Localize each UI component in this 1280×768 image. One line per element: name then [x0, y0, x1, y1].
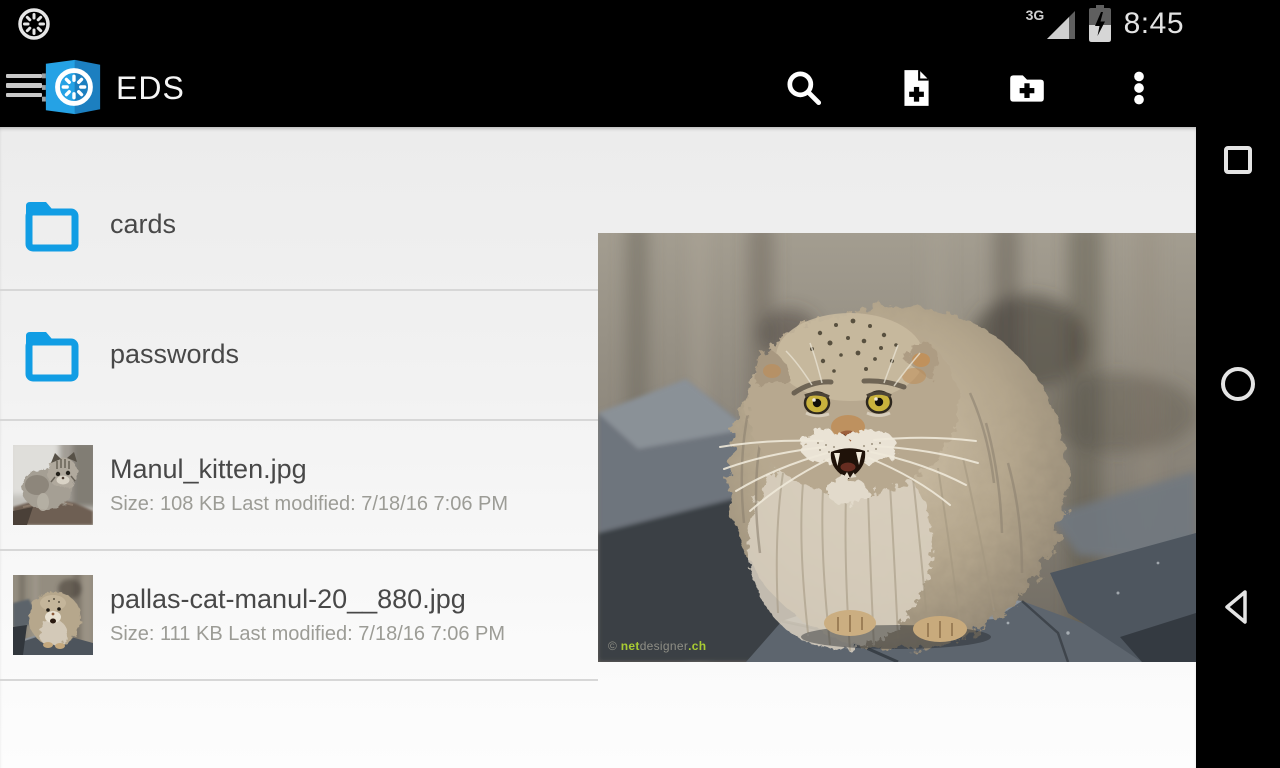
hamburger-icon: [4, 73, 44, 98]
overflow-icon: [1134, 71, 1144, 105]
overflow-menu-button[interactable]: [1115, 64, 1163, 112]
page-title: EDS: [116, 70, 185, 106]
file-name: pallas-cat-manul-20__880.jpg: [110, 584, 466, 615]
network-type-label: 3G: [1025, 7, 1045, 23]
watermark-net: net: [620, 639, 640, 653]
file-name: Manul_kitten.jpg: [110, 454, 307, 485]
new-folder-icon: [1010, 75, 1044, 102]
file-details: Size: 111 KB Last modified: 7/18/16 7:06…: [110, 622, 506, 645]
status-bar: 3G 8:45: [0, 0, 1196, 48]
folder-name: passwords: [110, 339, 240, 370]
screen: 3G 8:45 EDS cards passwords Manul_kitten…: [0, 0, 1280, 768]
watermark: © netdesigner.ch: [608, 639, 706, 653]
content-area: cards passwords Manul_kitten.jpg Size: 1…: [0, 127, 1196, 768]
watermark-ch: .ch: [688, 639, 707, 653]
status-right-cluster: 3G 8:45: [1026, 0, 1184, 48]
kitten-thumbnail: [13, 445, 93, 525]
search-button[interactable]: [780, 64, 828, 112]
file-list: cards passwords Manul_kitten.jpg Size: 1…: [0, 127, 598, 681]
new-file-icon: [904, 70, 929, 106]
list-item-folder-passwords[interactable]: passwords: [0, 291, 598, 421]
folder-icon: [20, 194, 84, 252]
home-button[interactable]: [1216, 362, 1260, 406]
new-file-button[interactable]: [892, 64, 940, 112]
new-folder-button[interactable]: [1003, 64, 1051, 112]
list-item-folder-cards[interactable]: cards: [0, 161, 598, 291]
eds-dial-notification-icon: [18, 8, 50, 40]
back-button[interactable]: [1216, 585, 1260, 629]
app-bar: EDS: [0, 48, 1196, 127]
recents-button[interactable]: [1216, 138, 1260, 182]
watermark-copyright: ©: [608, 639, 621, 653]
back-triangle-icon: [1225, 590, 1247, 624]
pallas-cat-thumbnail: [13, 575, 93, 655]
list-item-file-pallas-cat[interactable]: pallas-cat-manul-20__880.jpg Size: 111 K…: [0, 551, 598, 681]
signal-triangle-icon: [1046, 11, 1075, 39]
menu-button[interactable]: [4, 70, 44, 106]
clock-time: 8:45: [1123, 7, 1184, 40]
battery-charging-icon: [1088, 5, 1111, 42]
search-icon: [787, 71, 822, 106]
recents-square-icon: [1224, 146, 1252, 174]
eds-logo: [42, 59, 101, 115]
preview-pane: © netdesigner.ch: [598, 127, 1196, 768]
file-details: Size: 108 KB Last modified: 7/18/16 7:06…: [110, 492, 509, 515]
folder-icon: [20, 324, 84, 382]
folder-name: cards: [110, 209, 177, 240]
signal-strength-icon: 3G: [1026, 6, 1076, 42]
navigation-bar: [1196, 0, 1280, 768]
image-preview[interactable]: © netdesigner.ch: [598, 233, 1196, 662]
pallas-cat-photo: [598, 233, 1196, 662]
list-item-file-manul-kitten[interactable]: Manul_kitten.jpg Size: 108 KB Last modif…: [0, 421, 598, 551]
home-circle-icon: [1221, 367, 1255, 401]
watermark-designer: designer: [639, 639, 689, 653]
